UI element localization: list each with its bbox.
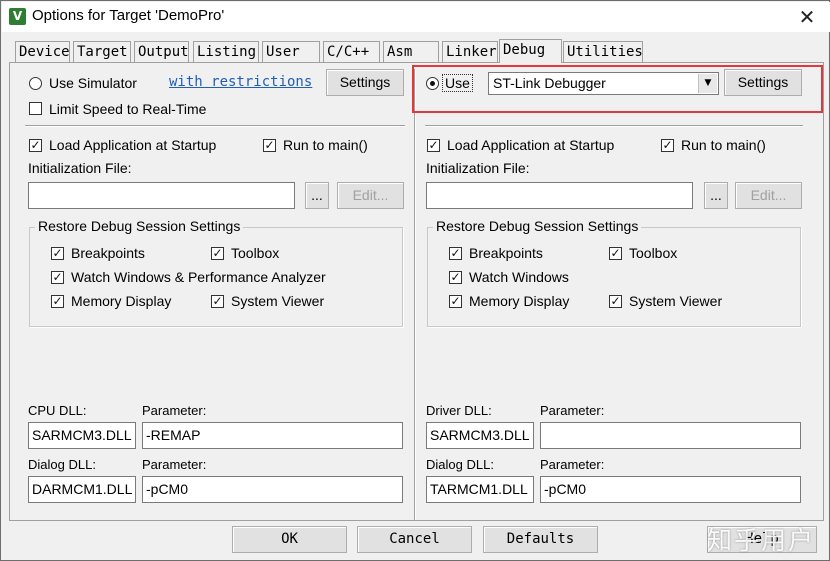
- left-dll2-label: Dialog DLL:: [28, 457, 96, 472]
- right-param1-label: Parameter:: [540, 403, 605, 418]
- watermark: 知乎用户: [707, 526, 816, 555]
- right-init-file-label: Initialization File:: [426, 160, 530, 176]
- tab-asm[interactable]: Asm: [383, 41, 439, 62]
- tab-device[interactable]: Device: [15, 41, 70, 62]
- with-restrictions-link[interactable]: with restrictions: [169, 74, 312, 90]
- left-restore-group-title: Restore Debug Session Settings: [35, 218, 244, 234]
- left-dll1-input[interactable]: SARMCM3.DLL: [28, 422, 136, 449]
- right-load-app-checkbox[interactable]: ✓: [427, 139, 440, 152]
- simulator-settings-button[interactable]: Settings: [326, 69, 404, 96]
- tab-utilities[interactable]: Utilities: [563, 41, 643, 62]
- use-debugger-radio[interactable]: [426, 77, 439, 90]
- left-param1-input[interactable]: -REMAP: [142, 422, 403, 449]
- left-dll2-input[interactable]: DARMCM1.DLL: [28, 476, 136, 503]
- right-watch-windows-label[interactable]: Watch Windows: [469, 269, 569, 285]
- left-param2-input[interactable]: -pCM0: [142, 476, 403, 503]
- left-memory-display-checkbox[interactable]: ✓: [51, 295, 64, 308]
- limit-speed-label[interactable]: Limit Speed to Real-Time: [49, 101, 206, 117]
- panel-divider: [414, 69, 416, 520]
- right-init-file-input[interactable]: [426, 182, 693, 209]
- left-param2-label: Parameter:: [142, 457, 207, 472]
- tab-listing[interactable]: Listing: [193, 41, 259, 62]
- right-breakpoints-checkbox[interactable]: ✓: [449, 247, 462, 260]
- left-toolbox-checkbox[interactable]: ✓: [211, 247, 224, 260]
- debugger-select-value: ST-Link Debugger: [493, 75, 606, 91]
- close-icon[interactable]: ✕: [791, 4, 823, 30]
- chevron-down-icon[interactable]: ▼: [698, 74, 717, 93]
- tab-debug[interactable]: Debug: [499, 39, 562, 63]
- debugger-select[interactable]: ST-Link Debugger ▼: [488, 72, 719, 95]
- left-init-file-label: Initialization File:: [28, 160, 132, 176]
- right-toolbox-label[interactable]: Toolbox: [629, 245, 677, 261]
- cancel-button[interactable]: Cancel: [357, 526, 472, 553]
- left-run-to-main-checkbox[interactable]: ✓: [263, 139, 276, 152]
- right-run-to-main-checkbox[interactable]: ✓: [661, 139, 674, 152]
- right-restore-group-title: Restore Debug Session Settings: [433, 218, 642, 234]
- left-breakpoints-label[interactable]: Breakpoints: [71, 245, 145, 261]
- left-watch-windows-label[interactable]: Watch Windows & Performance Analyzer: [71, 269, 326, 285]
- tab-linker[interactable]: Linker: [442, 41, 498, 62]
- left-system-viewer-checkbox[interactable]: ✓: [211, 295, 224, 308]
- right-memory-display-checkbox[interactable]: ✓: [449, 295, 462, 308]
- defaults-button[interactable]: Defaults: [483, 526, 598, 553]
- right-system-viewer-label[interactable]: System Viewer: [629, 293, 722, 309]
- left-init-file-input[interactable]: [28, 182, 295, 209]
- right-memory-display-label[interactable]: Memory Display: [469, 293, 569, 309]
- left-separator: [25, 125, 405, 127]
- debugger-settings-button[interactable]: Settings: [724, 69, 802, 96]
- right-dll1-input[interactable]: SARMCM3.DLL: [426, 422, 534, 449]
- right-system-viewer-checkbox[interactable]: ✓: [609, 295, 622, 308]
- use-debugger-label[interactable]: Use: [442, 74, 473, 92]
- use-simulator-label[interactable]: Use Simulator: [49, 75, 137, 91]
- left-run-to-main-label[interactable]: Run to main(): [283, 137, 368, 153]
- keil-app-icon: V: [9, 8, 26, 25]
- limit-speed-checkbox[interactable]: [29, 102, 42, 115]
- right-breakpoints-label[interactable]: Breakpoints: [469, 245, 543, 261]
- left-toolbox-label[interactable]: Toolbox: [231, 245, 279, 261]
- left-watch-windows-checkbox[interactable]: ✓: [51, 271, 64, 284]
- right-toolbox-checkbox[interactable]: ✓: [609, 247, 622, 260]
- ok-button[interactable]: OK: [232, 526, 347, 553]
- dialog-title: Options for Target 'DemoPro': [32, 7, 225, 24]
- right-run-to-main-label[interactable]: Run to main(): [681, 137, 766, 153]
- left-edit-button: Edit...: [337, 182, 404, 209]
- right-dll1-label: Driver DLL:: [426, 403, 492, 418]
- right-param2-input[interactable]: -pCM0: [540, 476, 801, 503]
- right-dll2-input[interactable]: TARMCM1.DLL: [426, 476, 534, 503]
- options-dialog: V Options for Target 'DemoPro' ✕ Device …: [0, 0, 830, 561]
- left-breakpoints-checkbox[interactable]: ✓: [51, 247, 64, 260]
- use-simulator-radio[interactable]: [29, 77, 42, 90]
- right-separator: [425, 125, 803, 127]
- tab-user[interactable]: User: [262, 41, 320, 62]
- left-dll1-label: CPU DLL:: [28, 403, 87, 418]
- left-load-app-label[interactable]: Load Application at Startup: [49, 137, 216, 153]
- right-param2-label: Parameter:: [540, 457, 605, 472]
- left-memory-display-label[interactable]: Memory Display: [71, 293, 171, 309]
- tab-c-cpp[interactable]: C/C++: [323, 41, 380, 62]
- right-browse-button[interactable]: ...: [704, 182, 728, 209]
- tab-output[interactable]: Output: [134, 41, 189, 62]
- right-param1-input[interactable]: [540, 422, 801, 449]
- left-load-app-checkbox[interactable]: ✓: [29, 139, 42, 152]
- right-edit-button: Edit...: [735, 182, 802, 209]
- right-load-app-label[interactable]: Load Application at Startup: [447, 137, 614, 153]
- tab-target[interactable]: Target: [73, 41, 131, 62]
- left-system-viewer-label[interactable]: System Viewer: [231, 293, 324, 309]
- left-browse-button[interactable]: ...: [305, 182, 329, 209]
- right-dll2-label: Dialog DLL:: [426, 457, 494, 472]
- right-watch-windows-checkbox[interactable]: ✓: [449, 271, 462, 284]
- left-param1-label: Parameter:: [142, 403, 207, 418]
